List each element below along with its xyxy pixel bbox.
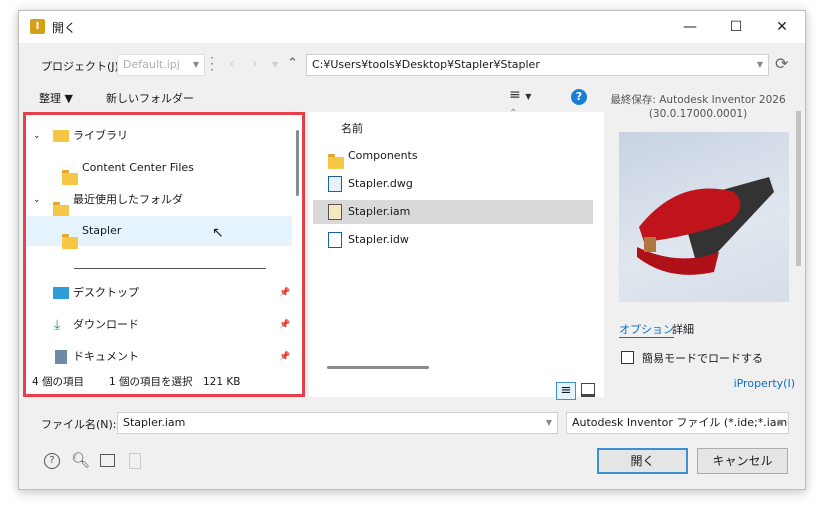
dwg-file-icon	[328, 176, 342, 192]
nav-label: ダウンロード	[73, 318, 139, 331]
project-select[interactable]: Default.ipj ▼	[117, 54, 205, 76]
close-button[interactable]: ✕	[759, 11, 805, 43]
cancel-button[interactable]: キャンセル	[697, 448, 788, 474]
nav-item-desktop[interactable]: デスクトップ 📌	[26, 278, 292, 308]
file-item-stapler-idw[interactable]: Stapler.idw	[313, 228, 593, 252]
preview-view-button[interactable]	[581, 383, 595, 397]
nav-scrollbar[interactable]	[296, 130, 299, 196]
nav-item-documents[interactable]: ドキュメント 📌	[26, 342, 292, 372]
status-bar: 4 個の項目 1 個の項目を選択 121 KB	[26, 371, 302, 394]
library-icon	[53, 130, 69, 142]
nav-divider	[74, 268, 266, 269]
file-item-stapler-iam[interactable]: Stapler.iam	[313, 200, 593, 224]
nav-label: Stapler	[82, 224, 122, 237]
nav-label: ライブラリ	[73, 129, 128, 142]
navigation-pane: ⌄ ライブラリ Content Center Files ⌄ 最近使用したフォル…	[23, 112, 305, 397]
express-mode-checkbox[interactable]	[621, 351, 634, 364]
window-title: 開く	[52, 21, 77, 35]
idw-file-icon	[328, 232, 342, 248]
help-circle-icon[interactable]: ?	[44, 453, 60, 469]
filename-input[interactable]: Stapler.iam ▼	[117, 412, 558, 434]
file-type-select[interactable]: Autodesk Inventor ファイル (*.ide;*.iam;*.i.…	[566, 412, 789, 434]
open-button[interactable]: 開く	[597, 448, 688, 474]
horizontal-scrollbar[interactable]	[327, 366, 429, 369]
nav-label: Content Center Files	[82, 161, 194, 174]
file-item-components[interactable]: Components	[313, 144, 593, 169]
app-icon: I	[30, 19, 45, 34]
filename-value: Stapler.iam	[123, 416, 186, 429]
back-icon[interactable]: ‹	[229, 56, 235, 72]
tab-options[interactable]: オプション	[619, 321, 674, 338]
chevron-down-icon: ⌄	[33, 131, 41, 141]
version-text: (30.0.17000.0001)	[648, 108, 748, 120]
maximize-button[interactable]: ☐	[713, 11, 759, 43]
minimize-button[interactable]: —	[667, 11, 713, 43]
details-view-button[interactable]: ≡	[556, 382, 576, 400]
title-bar: I 開く — ☐ ✕	[19, 11, 805, 43]
last-saved-text: 最終保存: Autodesk Inventor 2026	[610, 94, 786, 106]
path-text: C:¥Users¥tools¥Desktop¥Stapler¥Stapler	[312, 58, 540, 71]
nav-item-library[interactable]: ⌄ ライブラリ	[26, 121, 292, 151]
nav-label: ドキュメント	[73, 350, 139, 363]
express-mode-label: 簡易モードでロードする	[642, 352, 763, 365]
up-icon[interactable]: ⌃	[287, 56, 298, 71]
column-header-name[interactable]: 名前	[341, 120, 363, 136]
iam-file-icon	[328, 204, 342, 220]
selected-size: 121 KB	[203, 376, 241, 388]
nav-item-downloads[interactable]: ⤓ ダウンロード 📌	[26, 310, 292, 340]
filename-label: ファイル名(N):	[41, 418, 117, 431]
organize-button[interactable]: 整理 ▼	[39, 90, 73, 106]
file-list: ⌃ 名前 Components Stapler.dwg Stapler.iam …	[309, 108, 604, 400]
folder-icon	[62, 234, 78, 249]
forward-icon[interactable]: ›	[252, 56, 258, 72]
chevron-down-icon: ⌄	[33, 195, 41, 205]
stapler-thumbnail	[619, 132, 789, 302]
view-menu-icon[interactable]: ≡ ▼	[509, 87, 531, 103]
help-icon[interactable]: ?	[571, 89, 587, 105]
recent-dropdown-icon[interactable]: ▼	[272, 60, 278, 69]
pin-icon[interactable]: 📌	[279, 278, 290, 308]
project-value: Default.ipj	[123, 58, 180, 71]
pin-icon[interactable]: 📌	[279, 342, 290, 372]
new-folder-button[interactable]: 新しいフォルダー	[106, 90, 194, 106]
search-icon[interactable]: 🔍︎	[71, 451, 90, 469]
preview-scrollbar[interactable]	[796, 111, 801, 266]
desktop-icon	[53, 287, 69, 299]
path-input[interactable]: C:¥Users¥tools¥Desktop¥Stapler¥Stapler ▼	[306, 54, 769, 76]
tab-details[interactable]: 詳細	[672, 321, 694, 337]
nav-item-content-center[interactable]: Content Center Files	[26, 153, 292, 185]
open-dialog: I 開く — ☐ ✕ プロジェクト(J): Default.ipj ▼ · · · ‹…	[18, 10, 806, 490]
selected-count: 1 個の項目を選択	[109, 376, 193, 388]
nav-label: デスクトップ	[73, 286, 139, 299]
documents-icon	[55, 350, 67, 364]
file-name: Stapler.dwg	[348, 177, 413, 190]
new-file-icon[interactable]	[100, 454, 115, 467]
item-count: 4 個の項目	[32, 376, 85, 388]
mouse-cursor-icon: ↖	[212, 225, 224, 241]
folder-icon	[62, 170, 78, 185]
preview-pane: 最終保存: Autodesk Inventor 2026 (30.0.17000…	[605, 89, 805, 394]
file-name: Components	[348, 149, 418, 162]
refresh-icon[interactable]: ⟳	[775, 54, 788, 73]
nav-item-recent-folders[interactable]: ⌄ 最近使用したフォルダ	[26, 185, 292, 217]
download-icon: ⤓	[54, 317, 61, 333]
file-name: Stapler.idw	[348, 233, 409, 246]
file-type-value: Autodesk Inventor ファイル (*.ide;*.iam;*.i.…	[572, 416, 788, 429]
nav-label: 最近使用したフォルダ	[73, 193, 183, 206]
find-files-icon	[129, 453, 141, 469]
file-item-stapler-dwg[interactable]: Stapler.dwg	[313, 172, 593, 196]
iproperty-link[interactable]: iProperty(I)	[734, 377, 795, 390]
sort-ascending-icon[interactable]: ⌃	[509, 108, 517, 119]
project-label: プロジェクト(J):	[41, 60, 123, 73]
more-icon[interactable]: · · ·	[210, 52, 214, 76]
file-name: Stapler.iam	[348, 205, 411, 218]
pin-icon[interactable]: 📌	[279, 310, 290, 340]
nav-item-stapler[interactable]: Stapler ↖	[26, 216, 292, 249]
folder-icon	[328, 154, 344, 169]
